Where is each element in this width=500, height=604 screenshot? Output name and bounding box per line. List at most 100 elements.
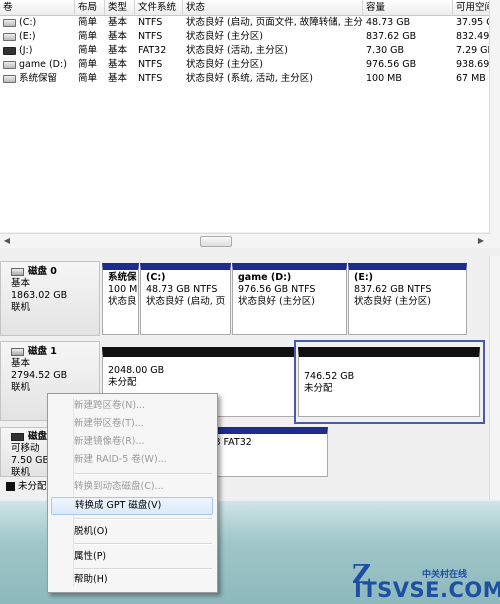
- volume-status: 状态良好 (活动, 主分区): [186, 45, 288, 56]
- volume-capacity: 7.30 GB: [366, 45, 405, 56]
- menu-item-properties[interactable]: 属性(P): [51, 548, 213, 566]
- partition-size: 100 M: [108, 284, 138, 295]
- disk-type: 基本: [11, 358, 31, 369]
- disk-icon: [11, 267, 24, 276]
- disk-name: 磁盘 1: [28, 346, 57, 357]
- volume-filesystem: NTFS: [138, 73, 163, 84]
- scroll-left-arrow-icon[interactable]: ◀: [2, 236, 12, 246]
- drive-icon: [3, 32, 16, 41]
- volume-capacity: 976.56 GB: [366, 59, 417, 70]
- disk-size: 1863.02 GB: [11, 290, 68, 301]
- volume-capacity: 100 MB: [366, 73, 402, 84]
- volume-type: 基本: [108, 17, 128, 28]
- volume-capacity: 48.73 GB: [366, 17, 411, 28]
- removable-drive-icon: [3, 46, 16, 55]
- volume-status: 状态良好 (启动, 页面文件, 故障转储, 主分区): [186, 17, 363, 28]
- partition-e[interactable]: (E:) 837.62 GB NTFS 状态良好 (主分区): [348, 263, 467, 335]
- scroll-thumb[interactable]: [200, 236, 232, 247]
- legend-unallocated-swatch: [6, 482, 15, 491]
- volume-layout: 简单: [78, 31, 98, 42]
- partition-status: 状态良: [108, 296, 137, 307]
- volume-status: 状态良好 (主分区): [186, 59, 263, 70]
- volume-type: 基本: [108, 45, 128, 56]
- volume-filesystem: FAT32: [138, 45, 167, 56]
- volume-list-horizontal-scrollbar[interactable]: ◀ ▶: [0, 233, 490, 248]
- partition-name: 系统保: [108, 272, 137, 283]
- menu-item-offline[interactable]: 脱机(O): [51, 523, 213, 541]
- volume-filesystem: NTFS: [138, 31, 163, 42]
- watermark: Z 中关村在线 ITSVSE.COM: [352, 561, 500, 601]
- volume-name: 系统保留: [19, 73, 58, 84]
- volume-filesystem: NTFS: [138, 17, 163, 28]
- column-header-status[interactable]: 状态: [183, 0, 363, 15]
- volume-layout: 简单: [78, 45, 98, 56]
- partition-size: 48.73 GB NTFS: [146, 284, 218, 295]
- column-header-filesystem[interactable]: 文件系统: [135, 0, 183, 15]
- disk-size: 2794.52 GB: [11, 370, 68, 381]
- disk-name: 磁盘: [28, 431, 48, 442]
- partition-status: 状态良好 (主分区): [238, 296, 315, 307]
- menu-item-new-raid5-volume[interactable]: 新建 RAID-5 卷(W)...: [51, 451, 213, 469]
- column-header-layout[interactable]: 布局: [75, 0, 105, 15]
- menu-item-convert-to-dynamic[interactable]: 转换到动态磁盘(C)...: [51, 478, 213, 496]
- menu-item-new-mirrored-volume[interactable]: 新建镜像卷(R)...: [51, 433, 213, 451]
- drive-icon: [3, 18, 16, 27]
- partition-d[interactable]: game (D:) 976.56 GB NTFS 状态良好 (主分区): [232, 263, 347, 335]
- partition-size: B FAT32: [214, 437, 252, 448]
- legend: 未分配: [6, 481, 47, 493]
- scroll-right-arrow-icon[interactable]: ▶: [476, 236, 486, 246]
- removable-disk-icon: [11, 432, 24, 441]
- volume-layout: 简单: [78, 17, 98, 28]
- partition-status: 状态良好 (启动, 页: [146, 296, 226, 307]
- volume-type: 基本: [108, 31, 128, 42]
- drive-icon: [3, 74, 16, 83]
- volume-name: (E:): [19, 31, 36, 42]
- volume-list-vertical-scrollbar[interactable]: [489, 0, 500, 248]
- volume-status: 状态良好 (系统, 活动, 主分区): [186, 73, 314, 84]
- volume-name: (J:): [19, 45, 33, 56]
- disk-type: 基本: [11, 278, 31, 289]
- disk-name: 磁盘 0: [28, 266, 57, 277]
- volume-name: game (D:): [19, 59, 67, 70]
- menu-item-convert-to-gpt[interactable]: 转换成 GPT 磁盘(V): [51, 497, 213, 515]
- legend-unallocated-label: 未分配: [18, 481, 47, 492]
- menu-item-help[interactable]: 帮助(H): [51, 571, 213, 589]
- menu-item-new-spanned-volume[interactable]: 新建跨区卷(N)...: [51, 397, 213, 415]
- volume-status: 状态良好 (主分区): [186, 31, 263, 42]
- column-header-capacity[interactable]: 容量: [363, 0, 453, 15]
- disk-0-label[interactable]: 磁盘 0 基本 1863.02 GB 联机: [0, 261, 100, 336]
- disk-icon: [11, 347, 24, 356]
- volume-row[interactable]: (C:) 简单 基本 NTFS 状态良好 (启动, 页面文件, 故障转储, 主分…: [0, 16, 500, 30]
- volume-layout: 简单: [78, 59, 98, 70]
- volume-list-header: 卷 布局 类型 文件系统 状态 容量 可用空间: [0, 0, 500, 16]
- volume-row[interactable]: game (D:) 简单 基本 NTFS 状态良好 (主分区) 976.56 G…: [0, 58, 500, 72]
- volume-row[interactable]: (J:) 简单 基本 FAT32 状态良好 (活动, 主分区) 7.30 GB …: [0, 44, 500, 58]
- menu-separator: [74, 543, 212, 545]
- partition-status: 未分配: [108, 377, 137, 388]
- volume-type: 基本: [108, 73, 128, 84]
- volume-capacity: 837.62 GB: [366, 31, 417, 42]
- menu-separator: [74, 518, 212, 520]
- partition-size: 837.62 GB NTFS: [354, 284, 432, 295]
- partition-size: 2048.00 GB: [108, 365, 165, 376]
- watermark-en: ITSVSE.COM: [354, 578, 500, 602]
- volume-row[interactable]: 系统保留 简单 基本 NTFS 状态良好 (系统, 活动, 主分区) 100 M…: [0, 72, 500, 86]
- menu-item-new-striped-volume[interactable]: 新建带区卷(T)...: [51, 415, 213, 433]
- menu-separator: [74, 568, 212, 570]
- volume-row[interactable]: (E:) 简单 基本 NTFS 状态良好 (主分区) 837.62 GB 832…: [0, 30, 500, 44]
- partition-status: 状态良好 (主分区): [354, 296, 431, 307]
- partition-c[interactable]: (C:) 48.73 GB NTFS 状态良好 (启动, 页: [140, 263, 231, 335]
- volume-list[interactable]: 卷 布局 类型 文件系统 状态 容量 可用空间 (C:) 简单 基本 NTFS …: [0, 0, 500, 232]
- context-menu[interactable]: 新建跨区卷(N)... 新建带区卷(T)... 新建镜像卷(R)... 新建 R…: [47, 393, 218, 593]
- partition-size: 976.56 GB NTFS: [238, 284, 316, 295]
- partition-name: (C:): [146, 272, 166, 283]
- volume-name: (C:): [19, 17, 37, 28]
- volume-layout: 简单: [78, 73, 98, 84]
- disk-view-vertical-scrollbar[interactable]: [489, 256, 500, 500]
- menu-separator: [74, 473, 212, 475]
- partition-name: (E:): [354, 272, 373, 283]
- column-header-type[interactable]: 类型: [105, 0, 135, 15]
- partition-name: game (D:): [238, 272, 292, 283]
- partition-system-reserved[interactable]: 系统保 100 M 状态良: [102, 263, 139, 335]
- column-header-volume[interactable]: 卷: [0, 0, 75, 15]
